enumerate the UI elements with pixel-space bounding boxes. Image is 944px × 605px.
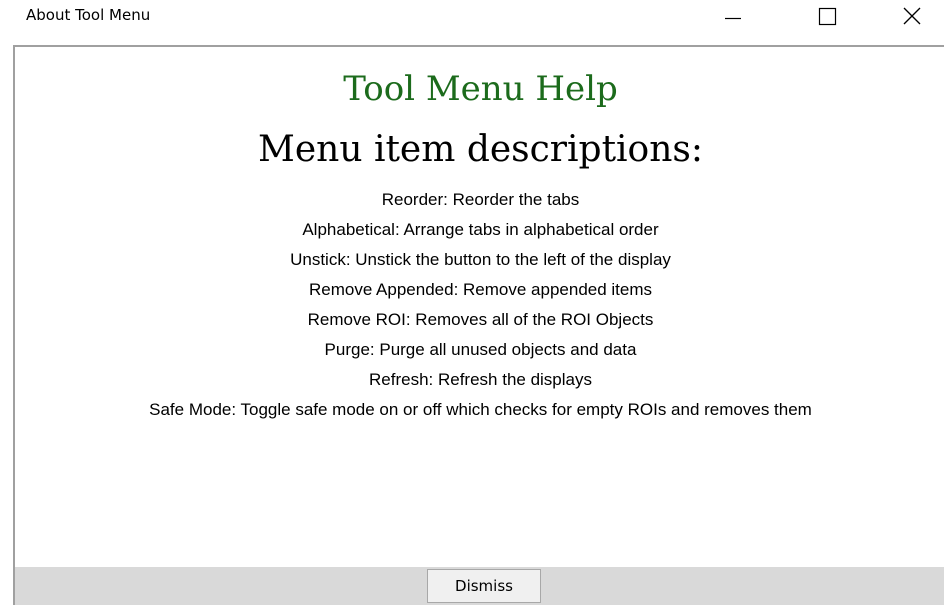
description-reorder: Reorder: Reorder the tabs: [381, 190, 580, 209]
description-refresh: Refresh: Refresh the displays: [369, 370, 592, 389]
dismiss-button[interactable]: Dismiss: [427, 569, 541, 603]
minimize-button[interactable]: [707, 0, 753, 36]
about-tool-menu-window: About Tool Menu Tool Menu Help Menu item…: [0, 0, 944, 605]
description-unstick: Unstick: Unstick the button to the left …: [290, 250, 671, 269]
menu-item-description-list: Reorder: Reorder the tabs Alphabetical: …: [15, 185, 944, 425]
help-content-area: Tool Menu Help Menu item descriptions: R…: [13, 45, 944, 567]
minimize-icon: [725, 17, 741, 20]
button-bar: Dismiss: [13, 567, 944, 605]
description-alphabetical: Alphabetical: Arrange tabs in alphabetic…: [302, 220, 659, 239]
description-remove-appended: Remove Appended: Remove appended items: [308, 280, 653, 299]
description-remove-roi: Remove ROI: Removes all of the ROI Objec…: [307, 310, 654, 329]
maximize-icon: [818, 7, 837, 26]
description-purge: Purge: Purge all unused objects and data: [324, 340, 637, 359]
help-title: Tool Menu Help: [343, 69, 618, 109]
description-safe-mode: Safe Mode: Toggle safe mode on or off wh…: [149, 400, 812, 419]
window-title: About Tool Menu: [26, 6, 151, 24]
help-subtitle: Menu item descriptions:: [257, 129, 704, 170]
maximize-button[interactable]: [803, 0, 849, 36]
close-icon: [903, 7, 921, 25]
title-bar[interactable]: About Tool Menu: [0, 0, 944, 36]
close-button[interactable]: [890, 0, 936, 36]
